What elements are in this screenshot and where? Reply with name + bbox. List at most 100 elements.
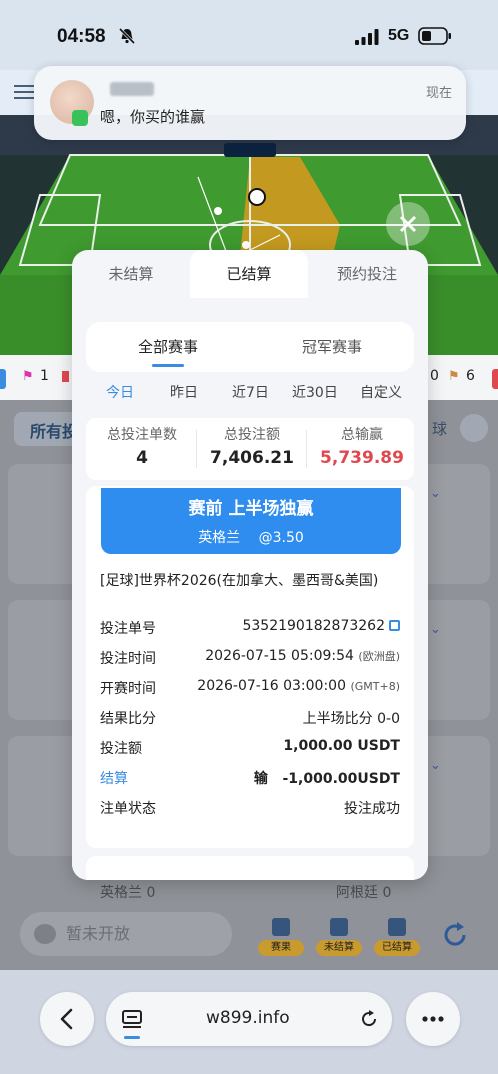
refresh-icon[interactable] [440,920,470,950]
red-card-icon [62,371,69,382]
row-3-chevron-icon[interactable]: ⌄ [430,758,441,773]
row-label: 注单状态 [100,801,156,817]
start-time-value: 2026-07-16 03:00:00 [197,678,346,694]
right-edge-marker [492,369,498,389]
score-left: 1 [40,368,49,384]
row-value: 2026-07-15 05:09:54 (欧洲盘) [205,648,400,664]
chevron-left-icon [60,1008,73,1030]
row-value: 1,000.00 USDT [283,738,400,754]
page-menu-icon[interactable] [120,1007,144,1031]
date-7days[interactable]: 近7日 [232,382,269,402]
date-filters: 今日 昨日 近7日 近30日 自定义 [72,378,428,406]
chat-icon [34,924,56,944]
stat-label: 总输赢 [341,427,383,443]
row-1-chevron-icon[interactable]: ⌄ [430,486,441,501]
bet-summary: 总投注单数 4 总投注额 7,406.21 总输赢 5,739.89 [86,418,414,480]
date-today[interactable]: 今日 [106,382,134,402]
score-right: 0 [430,368,439,384]
results-icon [272,918,290,936]
results-button[interactable]: 赛果 [256,914,306,958]
date-30days[interactable]: 近30日 [292,382,338,402]
bet-market: 赛前 上半场独赢 [188,499,314,519]
tab-unsettled[interactable]: 未结算 [72,250,190,298]
settled-button[interactable]: 已结算 [372,914,422,958]
filter-right-label: 球 [432,420,448,438]
settled-icon [388,918,406,936]
tab-champion-events[interactable]: 冠军赛事 [302,322,362,372]
row-value: 5352190182873262 [242,618,400,634]
bet-id-value: 5352190182873262 [242,618,385,634]
stat-value: 4 [136,448,148,468]
results-label: 赛果 [258,940,304,956]
filter-chip-label: 所有投 [30,422,79,441]
bet-time-value: 2026-07-15 05:09:54 [205,648,354,664]
bet-selection-line: 英格兰 @3.50 [101,527,401,547]
record-tabs: 未结算 已结算 预约投注 [72,250,428,298]
chat-placeholder: 暂未开放 [66,924,131,943]
network-type: 5G [388,27,410,44]
row-value: 2026-07-16 03:00:00 (GMT+8) [197,678,400,694]
row-bet-status: 注单状态 投注成功 [100,798,400,820]
row-2-chevron-icon[interactable]: ⌄ [430,622,441,637]
page-menu-indicator [124,1036,140,1039]
settled-label: 已结算 [374,940,420,956]
address-bar[interactable]: w899.info [106,992,392,1046]
stat-value: 5,739.89 [320,448,404,468]
bet-selection: 英格兰 [198,530,241,546]
row-start-time: 开赛时间 2026-07-16 03:00:00 (GMT+8) [100,678,400,700]
row-bet-time: 投注时间 2026-07-15 05:09:54 (欧洲盘) [100,648,400,670]
status-time: 04:58 [57,26,106,47]
row-label: 结算 [100,771,128,787]
row-bet-id: 投注单号 5352190182873262 [100,618,400,640]
message-notification[interactable]: 嗯，你买的谁赢 现在 [34,66,466,140]
row-label: 投注时间 [100,651,156,667]
league-name: [足球]世界杯2026(在加拿大、墨西哥&美国) [100,573,379,589]
screen: 04:58 5G ⚑ 1 0 ⚑ 6 所有投 球 ⌄ ⌄ ⌄ 英格兰 0 阿根廷… [0,0,498,1074]
stat-value: 7,406.21 [210,448,294,468]
filter-toggle[interactable] [460,414,488,442]
close-video-button[interactable] [386,202,430,246]
battery-icon [418,27,451,45]
row-bet-amount: 投注额 1,000.00 USDT [100,738,400,760]
status-bar: 04:58 5G [0,0,498,70]
back-button[interactable] [40,992,94,1046]
row-value: 投注成功 [344,801,400,817]
stat-label: 总投注额 [224,427,280,443]
ellipsis-icon [422,1016,444,1022]
settlement-amount: -1,000.00USDT [282,771,400,787]
stat-total-bets: 总投注单数 4 [88,418,196,468]
reload-icon[interactable] [358,1008,380,1030]
team-right-score: 阿根廷 0 [336,885,392,901]
row-settlement: 结算 输 -1,000.00USDT [100,768,400,790]
row-label: 投注单号 [100,621,156,637]
bet-record-card: 赛前 上半场独赢 英格兰 @3.50 [足球]世界杯2026(在加拿大、墨西哥&… [86,486,414,848]
active-tab-underline [152,364,184,367]
settlement-result: 输 [253,771,268,787]
score-right-2: 6 [466,368,475,384]
chat-input[interactable]: 暂未开放 [20,912,232,956]
corner-flag-icon: ⚑ [448,369,460,384]
divider [196,430,197,468]
menu-icon[interactable] [14,84,34,100]
tab-reserved[interactable]: 预约投注 [308,250,426,298]
close-icon [399,215,417,233]
event-type-tabs: 全部赛事 冠军赛事 [86,322,414,372]
more-button[interactable] [406,992,460,1046]
row-label: 开赛时间 [100,681,156,697]
row-value: 上半场比分 0-0 [302,711,400,727]
copy-icon[interactable] [389,620,400,631]
date-custom[interactable]: 自定义 [360,382,402,402]
unsettled-button[interactable]: 未结算 [314,914,364,958]
date-yesterday[interactable]: 昨日 [170,382,198,402]
bell-muted-icon [118,27,136,45]
browser-toolbar: w899.info [0,970,498,1074]
tab-settled[interactable]: 已结算 [190,250,308,298]
bet-records-modal: 未结算 已结算 预约投注 全部赛事 冠军赛事 今日 昨日 近7日 近30日 自定… [72,250,428,880]
unsettled-label: 未结算 [316,940,362,956]
sender-name-redacted [110,82,154,96]
left-edge-marker [0,369,6,389]
divider [306,430,307,468]
stat-total-amount: 总投注额 7,406.21 [198,418,306,468]
next-record-card [86,856,414,880]
row-result-score: 结果比分 上半场比分 0-0 [100,708,400,730]
